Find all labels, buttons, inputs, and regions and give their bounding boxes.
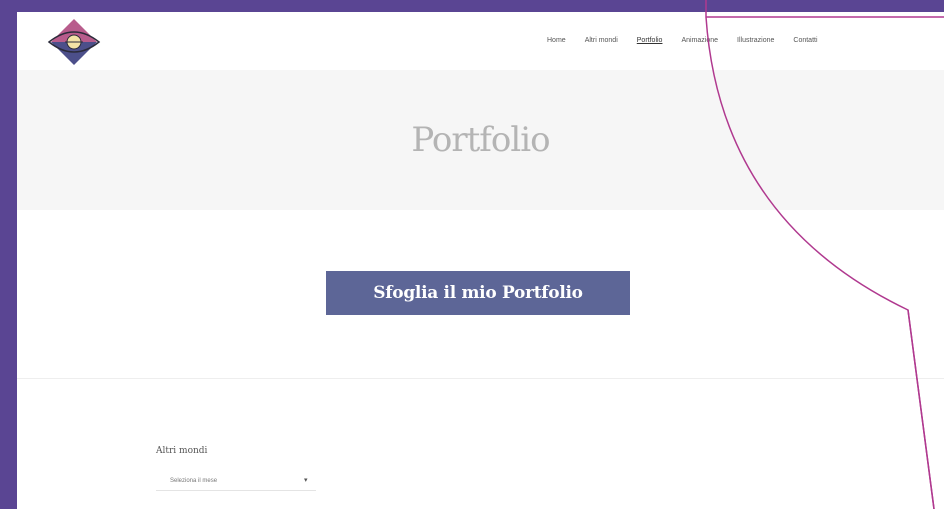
site-header: Home Altri mondi Portfolio Animazione Il…: [17, 12, 944, 70]
filter-label: Altri mondi: [156, 446, 208, 456]
month-select-value: Seleziona il mese: [170, 478, 218, 484]
page-title: Portfolio: [411, 120, 550, 160]
nav-animazione[interactable]: Animazione: [681, 37, 718, 44]
eye-diamond-logo[interactable]: [47, 17, 101, 67]
main-nav: Home Altri mondi Portfolio Animazione Il…: [547, 37, 837, 44]
chevron-down-icon: ▾: [304, 477, 308, 484]
page: Home Altri mondi Portfolio Animazione Il…: [17, 12, 944, 509]
nav-altri-mondi[interactable]: Altri mondi: [585, 37, 618, 44]
nav-portfolio[interactable]: Portfolio: [637, 37, 663, 44]
nav-contatti[interactable]: Contatti: [793, 37, 817, 44]
nav-home[interactable]: Home: [547, 37, 566, 44]
hero-banner: Portfolio: [17, 70, 944, 210]
nav-illustrazione[interactable]: Illustrazione: [737, 37, 774, 44]
browse-portfolio-button[interactable]: Sfoglia il mio Portfolio: [326, 271, 630, 315]
section-divider: [17, 378, 944, 379]
month-select[interactable]: Seleziona il mese ▾: [156, 474, 316, 491]
